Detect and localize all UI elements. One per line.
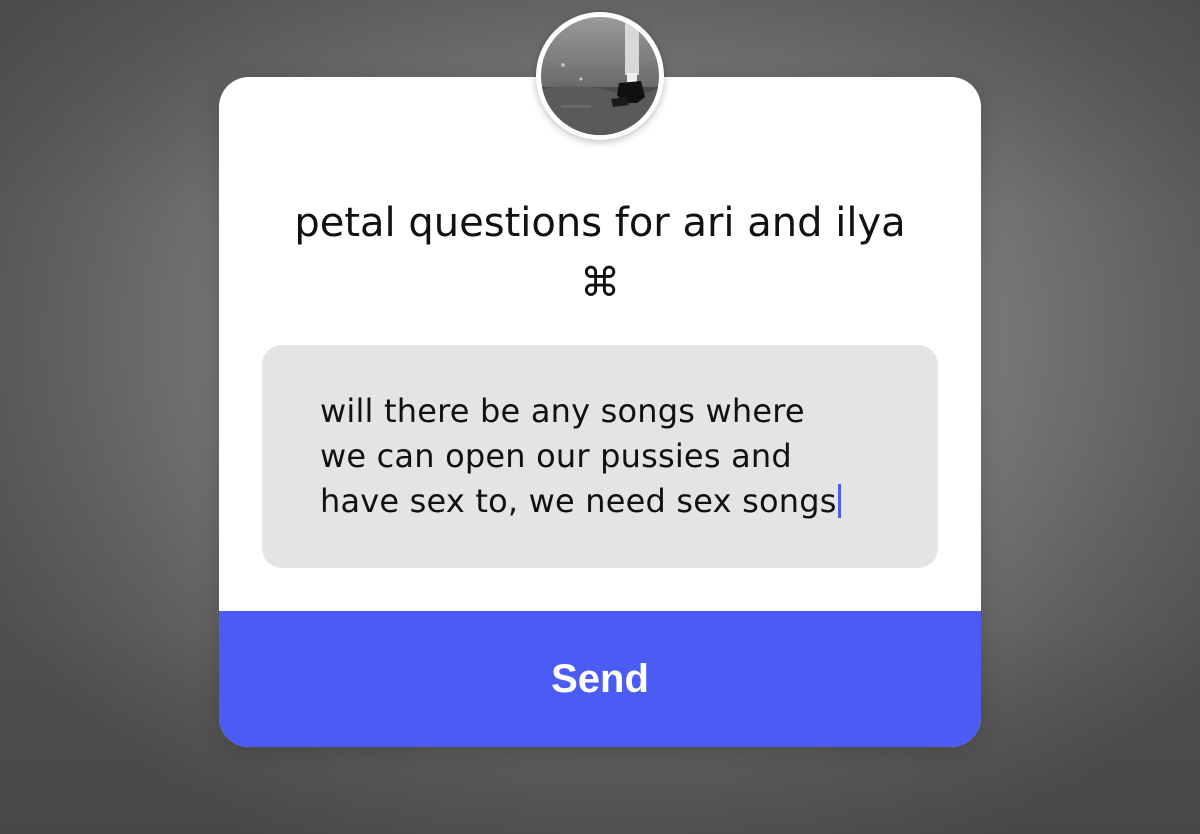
avatar <box>536 12 664 140</box>
answer-text: will there be any songs where we can ope… <box>320 389 900 524</box>
question-title: petal questions for ari and ilya ⌘ <box>294 200 906 306</box>
question-sticker-card: petal questions for ari and ilya ⌘ will … <box>219 77 981 747</box>
profile-photo-icon <box>541 17 659 135</box>
answer-input[interactable]: will there be any songs where we can ope… <box>262 345 938 568</box>
send-button[interactable]: Send <box>219 611 981 747</box>
answer-text-value: will there be any songs where we can ope… <box>320 392 837 520</box>
send-button-label: Send <box>551 656 649 701</box>
text-caret <box>837 484 841 518</box>
